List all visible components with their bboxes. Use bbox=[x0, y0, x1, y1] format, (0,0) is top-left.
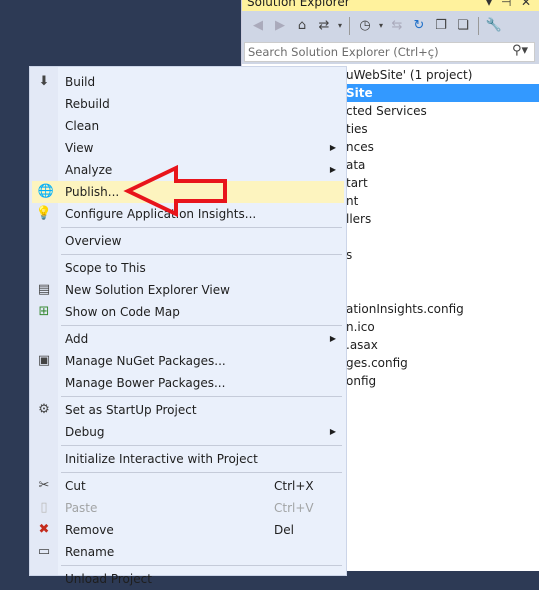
pending-changes-icon[interactable]: ◷ bbox=[355, 18, 375, 33]
application-insights-icon: 💡 bbox=[35, 206, 53, 221]
menu-item-label: Configure Application Insights... bbox=[65, 207, 257, 221]
menu-item-manage-bower-packages[interactable]: Manage Bower Packages... bbox=[30, 372, 346, 394]
sync-view-icon[interactable]: ⇄ bbox=[314, 18, 334, 33]
context-menu: ⬇ Build Rebuild Clean View ▶ Analyze ▶ 🌐 Publish.… bbox=[29, 66, 347, 586]
toolbar-divider bbox=[478, 16, 479, 35]
new-view-icon: ▤ bbox=[37, 282, 51, 297]
menu-item-show-on-code-map[interactable]: ⊞ Show on Code Map bbox=[30, 301, 346, 323]
menu-separator bbox=[61, 227, 342, 228]
menu-item-label: Debug bbox=[65, 425, 105, 439]
copy-icon[interactable]: ❏ bbox=[453, 18, 473, 33]
scissors-icon: ✂ bbox=[38, 478, 50, 493]
menu-item-label: Overview bbox=[65, 234, 122, 248]
rename-icon: ▭ bbox=[37, 544, 51, 559]
close-icon[interactable]: ✕ bbox=[521, 0, 531, 9]
collapse-all-icon[interactable]: ❐ bbox=[431, 18, 451, 33]
menu-item-label: Manage NuGet Packages... bbox=[65, 354, 226, 368]
menu-item-view[interactable]: View ▶ bbox=[30, 137, 346, 159]
menu-separator bbox=[61, 254, 342, 255]
submenu-arrow-icon: ▶ bbox=[329, 334, 336, 343]
menu-item-overview[interactable]: Overview bbox=[30, 230, 346, 252]
menu-item-label: Set as StartUp Project bbox=[65, 403, 197, 417]
menu-item-rename[interactable]: ▭ Rename bbox=[30, 541, 346, 563]
sync-icon[interactable]: ⇆ bbox=[387, 18, 407, 33]
dropdown-icon[interactable]: ▾ bbox=[486, 0, 492, 9]
menu-item-analyze[interactable]: Analyze ▶ bbox=[30, 159, 346, 181]
pin-icon[interactable]: ⊣ bbox=[501, 0, 511, 9]
menu-item-publish[interactable]: 🌐 Publish... bbox=[32, 181, 344, 203]
menu-item-label: Build bbox=[65, 75, 96, 89]
menu-item-clean[interactable]: Clean bbox=[30, 115, 346, 137]
menu-item-label: Manage Bower Packages... bbox=[65, 376, 226, 390]
menu-item-label: Cut bbox=[65, 479, 86, 493]
submenu-arrow-icon: ▶ bbox=[329, 143, 336, 152]
home-icon[interactable]: ⌂ bbox=[292, 18, 312, 33]
menu-item-label: Publish... bbox=[65, 185, 120, 199]
menu-item-build[interactable]: ⬇ Build bbox=[30, 71, 346, 93]
gear-icon: ⚙ bbox=[38, 402, 50, 417]
menu-separator bbox=[61, 445, 342, 446]
publish-globe-icon: 🌐 bbox=[37, 184, 55, 199]
nuget-icon: ▣ bbox=[37, 353, 51, 368]
panel-title: Solution Explorer bbox=[247, 0, 350, 9]
menu-item-initialize-interactive-with-project[interactable]: Initialize Interactive with Project bbox=[30, 448, 346, 470]
submenu-arrow-icon: ▶ bbox=[329, 165, 336, 174]
menu-item-label: Scope to This bbox=[65, 261, 146, 275]
menu-item-label: Analyze bbox=[65, 163, 113, 177]
menu-item-set-as-startup-project[interactable]: ⚙ Set as StartUp Project bbox=[30, 399, 346, 421]
menu-item-label: Initialize Interactive with Project bbox=[65, 452, 258, 466]
wrench-icon[interactable]: 🔧 bbox=[484, 18, 504, 33]
build-icon: ⬇ bbox=[38, 74, 50, 89]
menu-item-scope-to-this[interactable]: Scope to This bbox=[30, 257, 346, 279]
search-input[interactable] bbox=[245, 43, 485, 61]
refresh-icon[interactable]: ↻ bbox=[409, 18, 429, 33]
menu-item-new-solution-explorer-view[interactable]: ▤ New Solution Explorer View bbox=[30, 279, 346, 301]
menu-item-label: Clean bbox=[65, 119, 100, 133]
solution-explorer-title-bar: Solution Explorer ▾ ⊣ ✕ bbox=[242, 0, 539, 11]
shortcut-label: Ctrl+X bbox=[274, 479, 314, 493]
menu-item-cut[interactable]: ✂ Cut Ctrl+X bbox=[30, 475, 346, 497]
menu-item-paste[interactable]: ▯ Paste Ctrl+V bbox=[30, 497, 346, 519]
menu-item-label: Unload Project bbox=[65, 572, 152, 586]
toolbar-divider bbox=[349, 16, 350, 35]
menu-item-label: Rebuild bbox=[65, 97, 110, 111]
chevron-down-icon[interactable]: ▾ bbox=[377, 21, 385, 30]
submenu-arrow-icon: ▶ bbox=[329, 427, 336, 436]
menu-item-label: Add bbox=[65, 332, 89, 346]
menu-item-label: Show on Code Map bbox=[65, 305, 180, 319]
menu-item-configure-application-insights[interactable]: 💡 Configure Application Insights... bbox=[30, 203, 346, 225]
search-bar: ⚲▾ bbox=[242, 40, 539, 64]
remove-x-icon: ✖ bbox=[38, 522, 50, 537]
menu-separator bbox=[61, 396, 342, 397]
menu-separator bbox=[61, 325, 342, 326]
shortcut-label: Del bbox=[274, 523, 294, 537]
solution-explorer-toolbar: ◀ ▶ ⌂ ⇄ ▾ ◷ ▾ ⇆ ↻ ❐ ❏ 🔧 bbox=[242, 11, 539, 40]
menu-separator bbox=[61, 472, 342, 473]
menu-item-unload-project[interactable]: Unload Project bbox=[30, 568, 346, 590]
code-map-icon: ⊞ bbox=[38, 304, 50, 319]
chevron-down-icon[interactable]: ▾ bbox=[336, 21, 344, 30]
menu-item-add[interactable]: Add ▶ bbox=[30, 328, 346, 350]
menu-item-label: Remove bbox=[65, 523, 114, 537]
menu-separator bbox=[61, 565, 342, 566]
paste-icon: ▯ bbox=[40, 500, 48, 515]
back-icon[interactable]: ◀ bbox=[248, 18, 268, 33]
menu-item-label: Rename bbox=[65, 545, 115, 559]
menu-item-label: New Solution Explorer View bbox=[65, 283, 230, 297]
menu-item-debug[interactable]: Debug ▶ bbox=[30, 421, 346, 443]
menu-item-label: View bbox=[65, 141, 94, 155]
menu-item-remove[interactable]: ✖ Remove Del bbox=[30, 519, 346, 541]
shortcut-label: Ctrl+V bbox=[274, 501, 314, 515]
menu-item-label: Paste bbox=[65, 501, 98, 515]
search-icon[interactable]: ⚲▾ bbox=[512, 43, 528, 58]
menu-item-manage-nuget-packages[interactable]: ▣ Manage NuGet Packages... bbox=[30, 350, 346, 372]
menu-item-rebuild[interactable]: Rebuild bbox=[30, 93, 346, 115]
forward-icon[interactable]: ▶ bbox=[270, 18, 290, 33]
